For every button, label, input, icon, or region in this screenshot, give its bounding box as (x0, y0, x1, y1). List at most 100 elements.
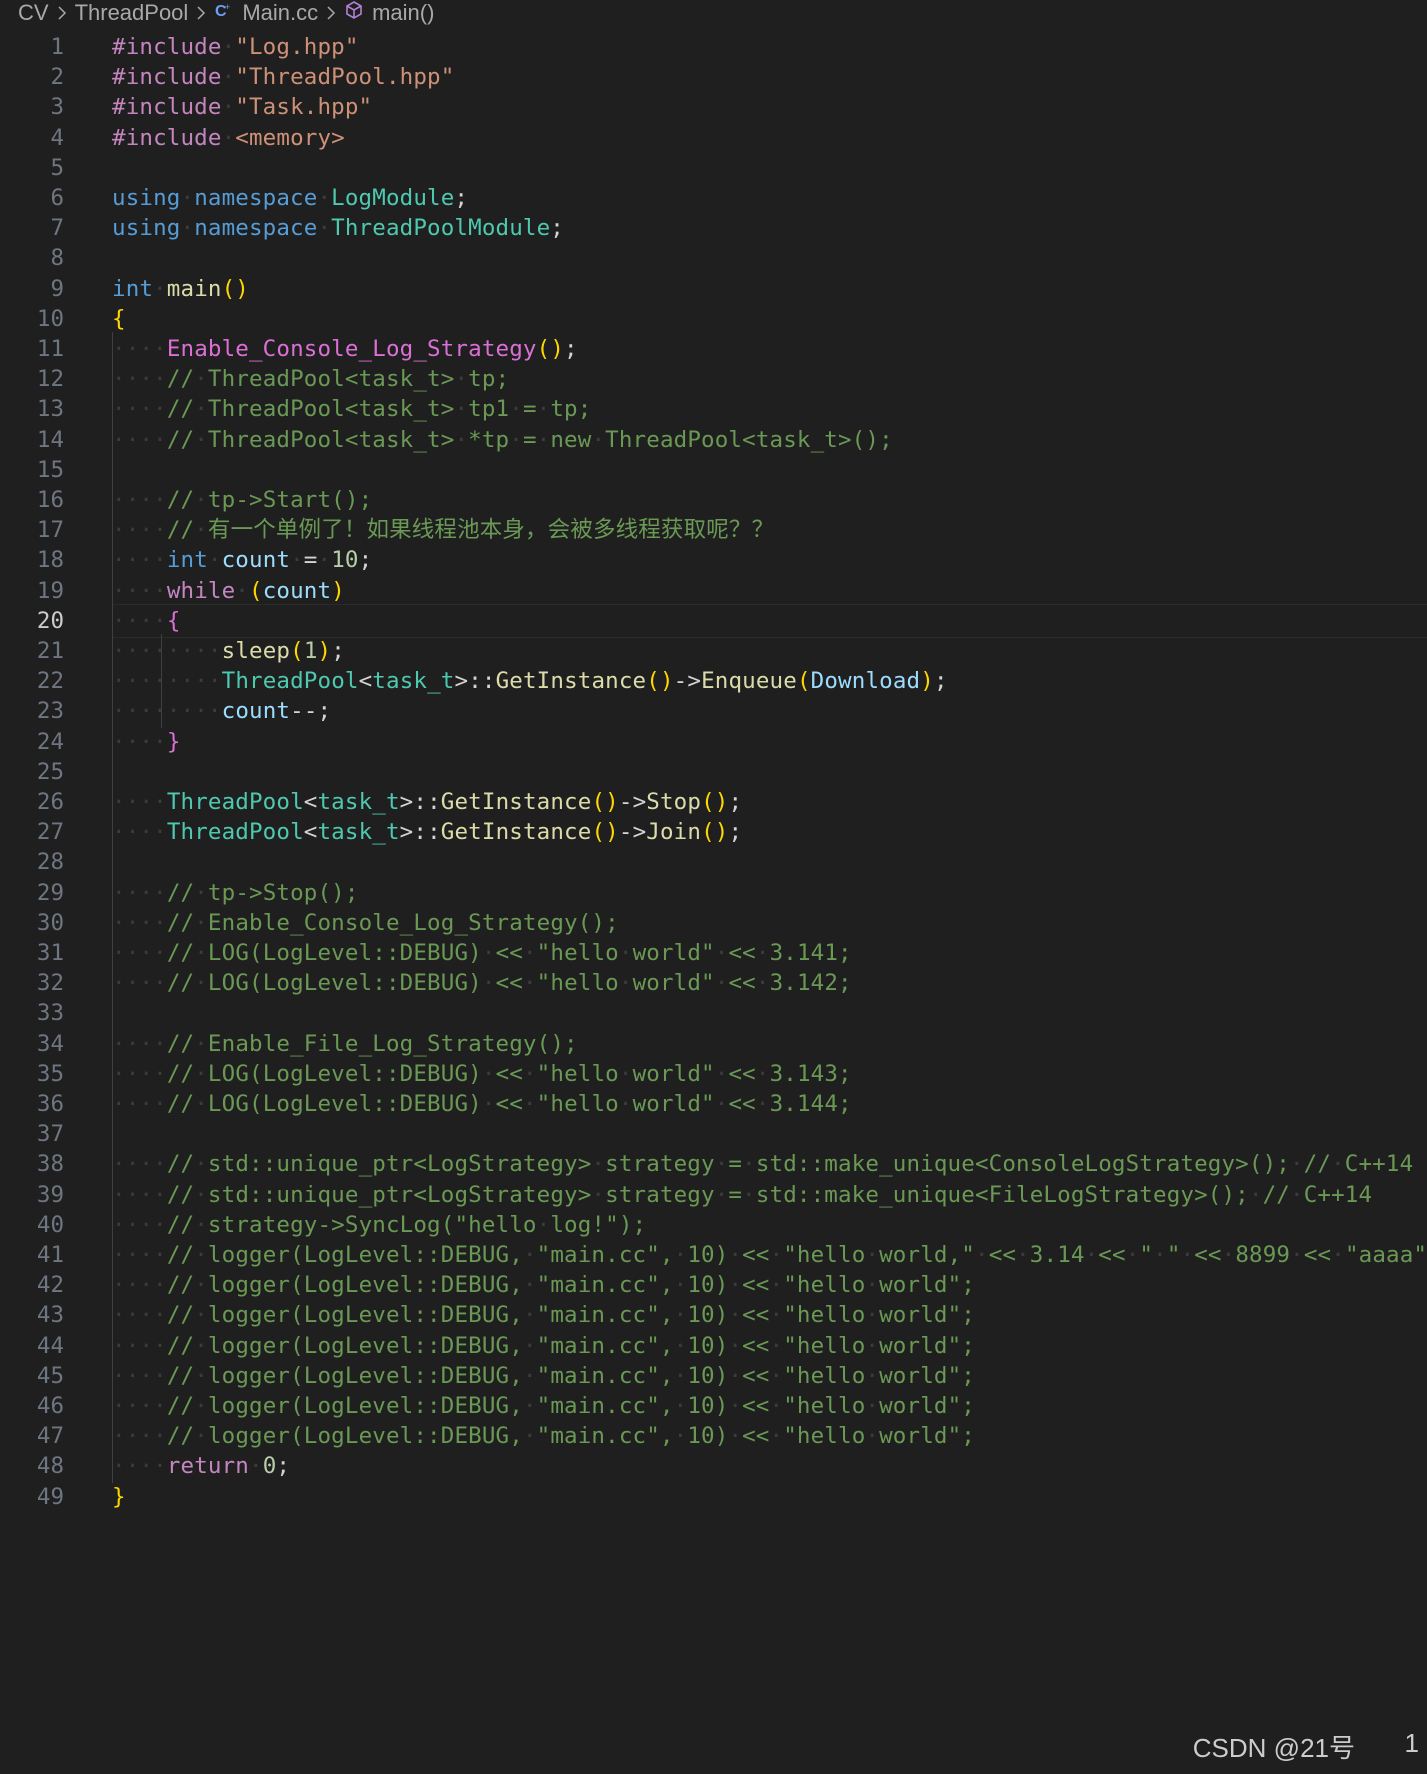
breadcrumb-item[interactable]: C + Main.cc (214, 0, 318, 26)
code-line[interactable]: 8 (0, 241, 1427, 275)
code-text: ····//·logger(LogLevel::DEBUG,·"main.cc"… (112, 1302, 975, 1329)
code-line[interactable]: 38 ····//·std::unique_ptr<LogStrategy>·st… (0, 1147, 1427, 1182)
line-number: 36 (36, 1091, 64, 1117)
line-number: 40 (36, 1211, 64, 1238)
code-line[interactable]: 23 ········count--; (0, 694, 1427, 729)
code-line[interactable]: 40 ····//·strategy->SyncLog("hello·log!")… (0, 1207, 1427, 1242)
line-number: 24 (36, 728, 64, 755)
code-text: ····} (112, 728, 181, 755)
breadcrumb-item[interactable]: main() (344, 0, 434, 26)
code-line[interactable]: 18 ····int·count·=·10; (0, 543, 1427, 578)
code-text: ····//·Enable_File_Log_Strategy(); (112, 1030, 578, 1057)
code-line[interactable]: 12 ····//·ThreadPool<task_t>·tp; (0, 362, 1427, 397)
line-number: 37 (36, 1121, 64, 1148)
line-number: 5 (50, 154, 64, 181)
code-text: ····int·count·=·10; (112, 547, 373, 574)
code-text: ····//·logger(LogLevel::DEBUG,·"main.cc"… (112, 1332, 975, 1359)
code-line[interactable]: 28 (0, 845, 1427, 880)
code-text: ····//·有一个单例了！如果线程池本身，会被多线程获取呢？？ (112, 517, 775, 544)
line-number: 42 (36, 1272, 64, 1299)
code-line[interactable]: 10 { (0, 302, 1427, 336)
code-line[interactable]: 47 ····//·logger(LogLevel::DEBUG,·"main.c… (0, 1419, 1427, 1454)
breadcrumb: CV ThreadPool C + Main.cc main() (0, 0, 1427, 26)
code-line[interactable]: 13 ····//·ThreadPool<task_t>·tp1·=·tp; (0, 392, 1427, 427)
page-indicator: 1 (1404, 1728, 1419, 1758)
code-text: ········sleep(1); (112, 638, 345, 664)
code-line[interactable]: 4 #include·<memory> (0, 121, 1427, 155)
code-text: #include·"ThreadPool.hpp" (112, 64, 455, 91)
line-number: 18 (36, 547, 64, 574)
code-line[interactable]: 6 using·namespace·LogModule; (0, 181, 1427, 215)
breadcrumb-label: main() (372, 0, 435, 25)
code-text: ····//·std::unique_ptr<LogStrategy>·stra… (112, 1151, 1414, 1178)
line-number: 45 (36, 1362, 64, 1389)
code-text: #include·"Log.hpp" (112, 34, 359, 60)
code-line[interactable]: 24 ····} (0, 724, 1427, 759)
code-text: ····//·logger(LogLevel::DEBUG,·"main.cc"… (112, 1272, 975, 1299)
code-text: ····ThreadPool<task_t>::GetInstance()->J… (112, 819, 743, 846)
code-text: ····//·logger(LogLevel::DEBUG,·"main.cc"… (112, 1423, 975, 1450)
code-line[interactable]: 21 ········sleep(1); (0, 634, 1427, 668)
code-text: ········count--; (112, 698, 332, 725)
line-number: 23 (36, 698, 64, 725)
code-line[interactable]: 43 ····//·logger(LogLevel::DEBUG,·"main.c… (0, 1298, 1427, 1333)
chevron-right-icon (57, 0, 67, 26)
code-line[interactable]: 9 int·main() (0, 272, 1427, 306)
code-editor[interactable]: 1 #include·"Log.hpp" 2 #include·"ThreadPool… (0, 30, 1427, 1720)
line-number: 47 (36, 1423, 64, 1450)
line-number: 17 (36, 517, 64, 544)
code-line[interactable]: 20 ····{ (0, 603, 1427, 638)
indent-guide (112, 1117, 113, 1152)
code-line[interactable]: 16 ····//·tp->Start(); (0, 483, 1427, 517)
code-line[interactable]: 45 ····//·logger(LogLevel::DEBUG,·"main.c… (0, 1358, 1427, 1393)
code-line[interactable]: 19 ····while·(count) (0, 573, 1427, 608)
code-line[interactable]: 30 ····//·Enable_Console_Log_Strategy(); (0, 905, 1427, 940)
code-line[interactable]: 48 ····return·0; (0, 1449, 1427, 1484)
code-text: ····//·LOG(LogLevel::DEBUG)·<<·"hello·wo… (112, 1091, 852, 1117)
line-number: 2 (50, 64, 64, 91)
code-line[interactable]: 1 #include·"Log.hpp" (0, 30, 1427, 64)
line-number: 3 (50, 94, 64, 121)
code-line[interactable]: 2 #include·"ThreadPool.hpp" (0, 60, 1427, 94)
code-line[interactable]: 25 (0, 754, 1427, 789)
code-text: ····//·LOG(LogLevel::DEBUG)·<<·"hello·wo… (112, 970, 852, 997)
code-line[interactable]: 27 ····ThreadPool<task_t>::GetInstance()-… (0, 815, 1427, 850)
line-number: 48 (36, 1453, 64, 1480)
code-line[interactable]: 31 ····//·LOG(LogLevel::DEBUG)·<<·"hello·… (0, 936, 1427, 970)
code-line[interactable]: 15 (0, 452, 1427, 487)
code-line[interactable]: 11 ····Enable_Console_Log_Strategy(); (0, 332, 1427, 366)
code-text: using·namespace·ThreadPoolModule; (112, 215, 564, 242)
code-line[interactable]: 17 ····//·有一个单例了！如果线程池本身，会被多线程获取呢？？ (0, 513, 1427, 548)
line-number: 25 (36, 758, 64, 785)
code-line[interactable]: 37 (0, 1117, 1427, 1152)
code-line[interactable]: 14 ····//·ThreadPool<task_t>·*tp·=·new·Th… (0, 422, 1427, 457)
code-line[interactable]: 22 ········ThreadPool<task_t>::GetInstanc… (0, 664, 1427, 699)
code-line[interactable]: 29 ····//·tp->Stop(); (0, 875, 1427, 910)
code-line[interactable]: 41 ····//·logger(LogLevel::DEBUG,·"main.c… (0, 1238, 1427, 1272)
code-line[interactable]: 34 ····//·Enable_File_Log_Strategy(); (0, 1026, 1427, 1061)
code-line[interactable]: 33 (0, 996, 1427, 1031)
code-text: ····ThreadPool<task_t>::GetInstance()->S… (112, 789, 743, 815)
watermark: CSDN @21号 (1192, 1733, 1355, 1763)
line-number: 27 (36, 819, 64, 846)
indent-guide (112, 845, 113, 880)
code-text: #include·"Task.hpp" (112, 94, 373, 121)
code-text: ····//·logger(LogLevel::DEBUG,·"main.cc"… (112, 1242, 1427, 1268)
code-line[interactable]: 39 ····//·std::unique_ptr<LogStrategy>·st… (0, 1177, 1427, 1212)
code-line[interactable]: 46 ····//·logger(LogLevel::DEBUG,·"main.c… (0, 1389, 1427, 1423)
line-number: 19 (36, 577, 64, 604)
code-line[interactable]: 44 ····//·logger(LogLevel::DEBUG,·"main.c… (0, 1328, 1427, 1363)
code-line[interactable]: 26 ····ThreadPool<task_t>::GetInstance()-… (0, 785, 1427, 819)
code-line[interactable]: 35 ····//·LOG(LogLevel::DEBUG)·<<·"hello·… (0, 1056, 1427, 1091)
breadcrumb-item[interactable]: CV (18, 0, 49, 26)
code-line[interactable]: 5 (0, 151, 1427, 185)
code-line[interactable]: 42 ····//·logger(LogLevel::DEBUG,·"main.c… (0, 1268, 1427, 1303)
code-line[interactable]: 7 using·namespace·ThreadPoolModule; (0, 211, 1427, 245)
code-text: using·namespace·LogModule; (112, 185, 469, 211)
code-line[interactable]: 36 ····//·LOG(LogLevel::DEBUG)·<<·"hello·… (0, 1087, 1427, 1121)
breadcrumb-item[interactable]: ThreadPool (75, 0, 189, 26)
code-line[interactable]: 49} (0, 1480, 1427, 1514)
code-line[interactable]: 3 #include·"Task.hpp" (0, 90, 1427, 124)
code-text: ····//·std::unique_ptr<LogStrategy>·stra… (112, 1181, 1373, 1208)
code-line[interactable]: 32 ····//·LOG(LogLevel::DEBUG)·<<·"hello·… (0, 966, 1427, 1001)
